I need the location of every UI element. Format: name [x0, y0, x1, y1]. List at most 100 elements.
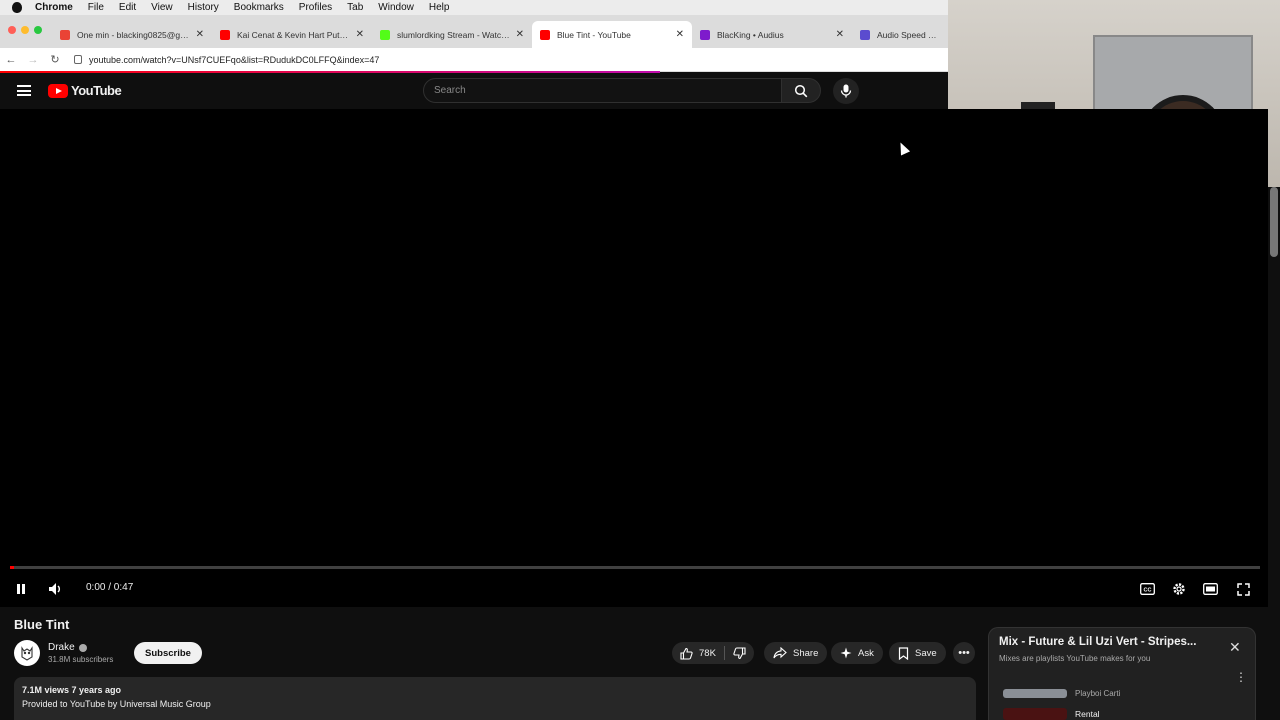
player-controls: 0:00 / 0:47 CC [0, 576, 1268, 602]
channel-info[interactable]: Drake 31.8M subscribers [14, 640, 113, 666]
youtube-favicon-icon [220, 29, 230, 40]
voice-search-button[interactable] [833, 78, 859, 104]
reload-icon[interactable]: ↻ [44, 53, 66, 66]
browser-tab[interactable]: Audio Speed and Pi [852, 21, 948, 48]
youtube-favicon-icon [540, 29, 550, 40]
save-label: Save [915, 647, 937, 659]
volume-icon [49, 583, 60, 595]
playlist-thumbnail [1003, 689, 1067, 698]
menu-profiles[interactable]: Profiles [299, 2, 332, 13]
browser-tab-active[interactable]: Blue Tint - YouTube ✕ [532, 21, 692, 48]
theater-mode-button[interactable] [1202, 580, 1218, 598]
page-scrollbar[interactable] [1270, 187, 1278, 257]
close-tab-icon[interactable]: ✕ [676, 29, 684, 40]
youtube-header: YouTube [0, 73, 948, 109]
menu-help[interactable]: Help [429, 2, 450, 13]
browser-tab[interactable]: slumlordking Stream - Watch L ✕ [372, 21, 532, 48]
audius-favicon-icon [700, 29, 710, 40]
menu-window[interactable]: Window [378, 2, 414, 13]
menu-edit[interactable]: Edit [119, 2, 136, 13]
menu-history[interactable]: History [188, 2, 219, 13]
dislike-button[interactable] [725, 642, 754, 664]
menu-bookmarks[interactable]: Bookmarks [234, 2, 284, 13]
bookmark-icon [898, 646, 909, 660]
minimize-window-button[interactable] [21, 26, 29, 34]
gmail-icon [60, 29, 70, 40]
browser-tab[interactable]: BlacKing • Audius ✕ [692, 21, 852, 48]
audio-speed-favicon-icon [860, 29, 870, 40]
browser-tab[interactable]: One min - blacking0825@gma ✕ [52, 21, 212, 48]
tab-title: Blue Tint - YouTube [557, 29, 631, 40]
menu-app-name[interactable]: Chrome [35, 2, 73, 13]
tab-title: Audio Speed and Pi [877, 29, 940, 40]
youtube-logo[interactable]: YouTube [48, 83, 122, 98]
playlist-item[interactable]: Rental [1003, 708, 1100, 720]
subscribe-button[interactable]: Subscribe [134, 642, 202, 664]
like-dislike-group: 78K [672, 642, 754, 664]
tab-title: Kai Cenat & Kevin Hart Put Dru [237, 29, 350, 40]
playlist-item[interactable]: Playboi Carti [1003, 689, 1120, 698]
more-vertical-icon[interactable]: ⋮ [1235, 670, 1247, 684]
captions-button[interactable]: CC [1139, 580, 1155, 598]
menu-tab[interactable]: Tab [347, 2, 363, 13]
maximize-window-button[interactable] [34, 26, 42, 34]
fullscreen-button[interactable] [1235, 580, 1251, 598]
url-field[interactable]: youtube.com/watch?v=UNsf7CUEFqo&list=RDu… [89, 55, 379, 65]
channel-name[interactable]: Drake [48, 642, 75, 653]
kick-favicon-icon [380, 29, 390, 40]
menu-file[interactable]: File [88, 2, 104, 13]
menu-hamburger-icon[interactable] [17, 85, 31, 96]
description-box[interactable]: 7.1M views 7 years ago Provided to YouTu… [14, 677, 976, 720]
mix-title[interactable]: Mix - Future & Lil Uzi Vert - Stripes... [999, 636, 1219, 648]
youtube-play-logo-icon [48, 83, 68, 98]
subscriber-count: 31.8M subscribers [48, 655, 114, 664]
address-bar: ← → ↻ youtube.com/watch?v=UNsf7CUEFqo&li… [0, 48, 948, 72]
tab-title: BlacKing • Audius [717, 29, 784, 40]
channel-avatar[interactable] [14, 640, 40, 666]
video-progress-bar[interactable] [10, 566, 1260, 569]
save-button[interactable]: Save [889, 642, 946, 664]
close-tab-icon[interactable]: ✕ [356, 29, 364, 40]
video-progress-fill [10, 566, 14, 569]
pause-icon [17, 584, 25, 594]
search-box[interactable] [423, 78, 782, 103]
like-count: 78K [699, 647, 716, 659]
mix-playlist-panel: Mix - Future & Lil Uzi Vert - Stripes...… [988, 627, 1256, 720]
time-display: 0:00 / 0:47 [86, 582, 134, 593]
logo-text: YouTube [71, 83, 122, 98]
thumbs-up-icon [680, 647, 693, 660]
share-label: Share [793, 647, 819, 659]
owl-logo-icon [21, 646, 33, 661]
site-info-icon[interactable] [74, 55, 82, 64]
menu-view[interactable]: View [151, 2, 173, 13]
view-count-date: 7.1M views 7 years ago [22, 685, 122, 695]
search-button[interactable] [781, 78, 821, 103]
close-tab-icon[interactable]: ✕ [836, 29, 844, 40]
like-button[interactable]: 78K [672, 642, 724, 664]
tab-title: slumlordking Stream - Watch L [397, 29, 510, 40]
volume-button[interactable] [48, 580, 64, 598]
more-actions-button[interactable]: ••• [953, 642, 975, 664]
browser-tab[interactable]: Kai Cenat & Kevin Hart Put Dru ✕ [212, 21, 372, 48]
closed-captions-icon: CC [1139, 583, 1155, 595]
close-icon[interactable]: ✕ [1229, 640, 1241, 654]
back-arrow-icon[interactable]: ← [0, 54, 22, 66]
playlist-item-artist: Playboi Carti [1075, 689, 1121, 698]
video-title: Blue Tint [14, 617, 70, 632]
ask-button[interactable]: Ask [831, 642, 883, 664]
svg-text:CC: CC [1143, 587, 1151, 593]
sparkle-icon [840, 647, 852, 659]
fullscreen-icon [1236, 582, 1250, 596]
video-player[interactable] [0, 109, 1268, 607]
forward-arrow-icon[interactable]: → [22, 54, 44, 66]
search-input[interactable] [424, 79, 781, 102]
share-button[interactable]: Share [764, 642, 828, 664]
pause-button[interactable] [14, 580, 28, 598]
apple-icon[interactable] [12, 2, 22, 13]
verified-icon [78, 643, 87, 652]
close-tab-icon[interactable]: ✕ [196, 29, 204, 40]
close-window-button[interactable] [8, 26, 16, 34]
share-icon [773, 647, 787, 659]
settings-button[interactable] [1171, 580, 1187, 598]
close-tab-icon[interactable]: ✕ [516, 29, 524, 40]
